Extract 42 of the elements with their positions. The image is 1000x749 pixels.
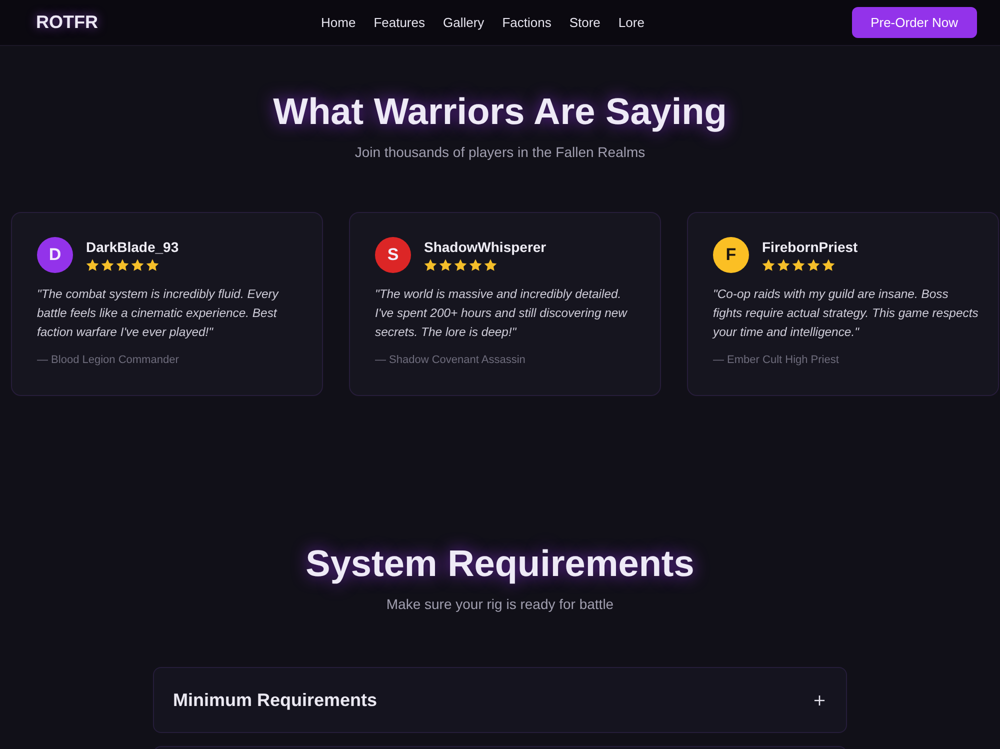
avatar-initial: S xyxy=(375,237,411,273)
section-heading: System Requirements xyxy=(304,542,696,586)
testimonial-quote: "The combat system is incredibly fluid. Every battle feels like a cinematic experience. Best faction warfare I've ever played!" xyxy=(37,286,280,341)
pre-order-button[interactable]: Pre-Order Now xyxy=(852,7,977,38)
nav-link[interactable]: Factions xyxy=(502,15,552,30)
star-icon xyxy=(116,259,129,271)
star-icon xyxy=(762,259,775,271)
nav-link[interactable]: Features xyxy=(374,15,425,30)
logo-text[interactable]: ROTFR xyxy=(36,12,98,33)
nav-link[interactable]: Store xyxy=(569,15,600,30)
nav-link[interactable]: Home xyxy=(321,15,356,30)
star-icon xyxy=(454,259,467,271)
reviewer-name: ShadowWhisperer xyxy=(424,239,546,256)
section-subtitle: Make sure your rig is ready for battle xyxy=(385,595,615,614)
section-heading: What Warriors Are Saying xyxy=(272,90,728,134)
testimonial-quote: "The world is massive and incredibly detailed. I've spent 200+ hours and still discovering new secrets. The lore is deep!" xyxy=(375,286,628,341)
star-icon xyxy=(777,259,790,271)
nav-link[interactable]: Lore xyxy=(618,15,644,30)
star-icon xyxy=(101,259,114,271)
nav-link[interactable]: Gallery xyxy=(443,15,484,30)
reviewer-title: — Shadow Covenant Assassin xyxy=(375,353,526,367)
star-icon xyxy=(807,259,820,271)
avatar-initial: F xyxy=(713,237,749,273)
star-icon xyxy=(439,259,452,271)
star-icon xyxy=(131,259,144,271)
star-icon xyxy=(86,259,99,271)
reviewer-name: FirebornPriest xyxy=(762,239,858,256)
reviewer-title: — Blood Legion Commander xyxy=(37,353,180,367)
section-subtitle: Join thousands of players in the Fallen Realms xyxy=(354,143,646,162)
star-icon xyxy=(424,259,437,271)
star-icon xyxy=(822,259,835,271)
plus-icon[interactable] xyxy=(814,694,825,706)
testimonial-quote: "Co-op raids with my guild are insane. Boss fights require actual strategy. This game respects your time and intelligence." xyxy=(713,286,980,341)
star-icon xyxy=(792,259,805,271)
avatar-initial: D xyxy=(37,237,73,273)
reviewer-title: — Ember Cult High Priest xyxy=(713,353,840,367)
accordion-header[interactable]: Minimum Requirements xyxy=(153,667,847,733)
star-icon xyxy=(469,259,482,271)
reviewer-name: DarkBlade_93 xyxy=(86,239,179,256)
star-icon xyxy=(146,259,159,271)
star-icon xyxy=(484,259,497,271)
accordion-title: Minimum Requirements xyxy=(173,690,378,710)
